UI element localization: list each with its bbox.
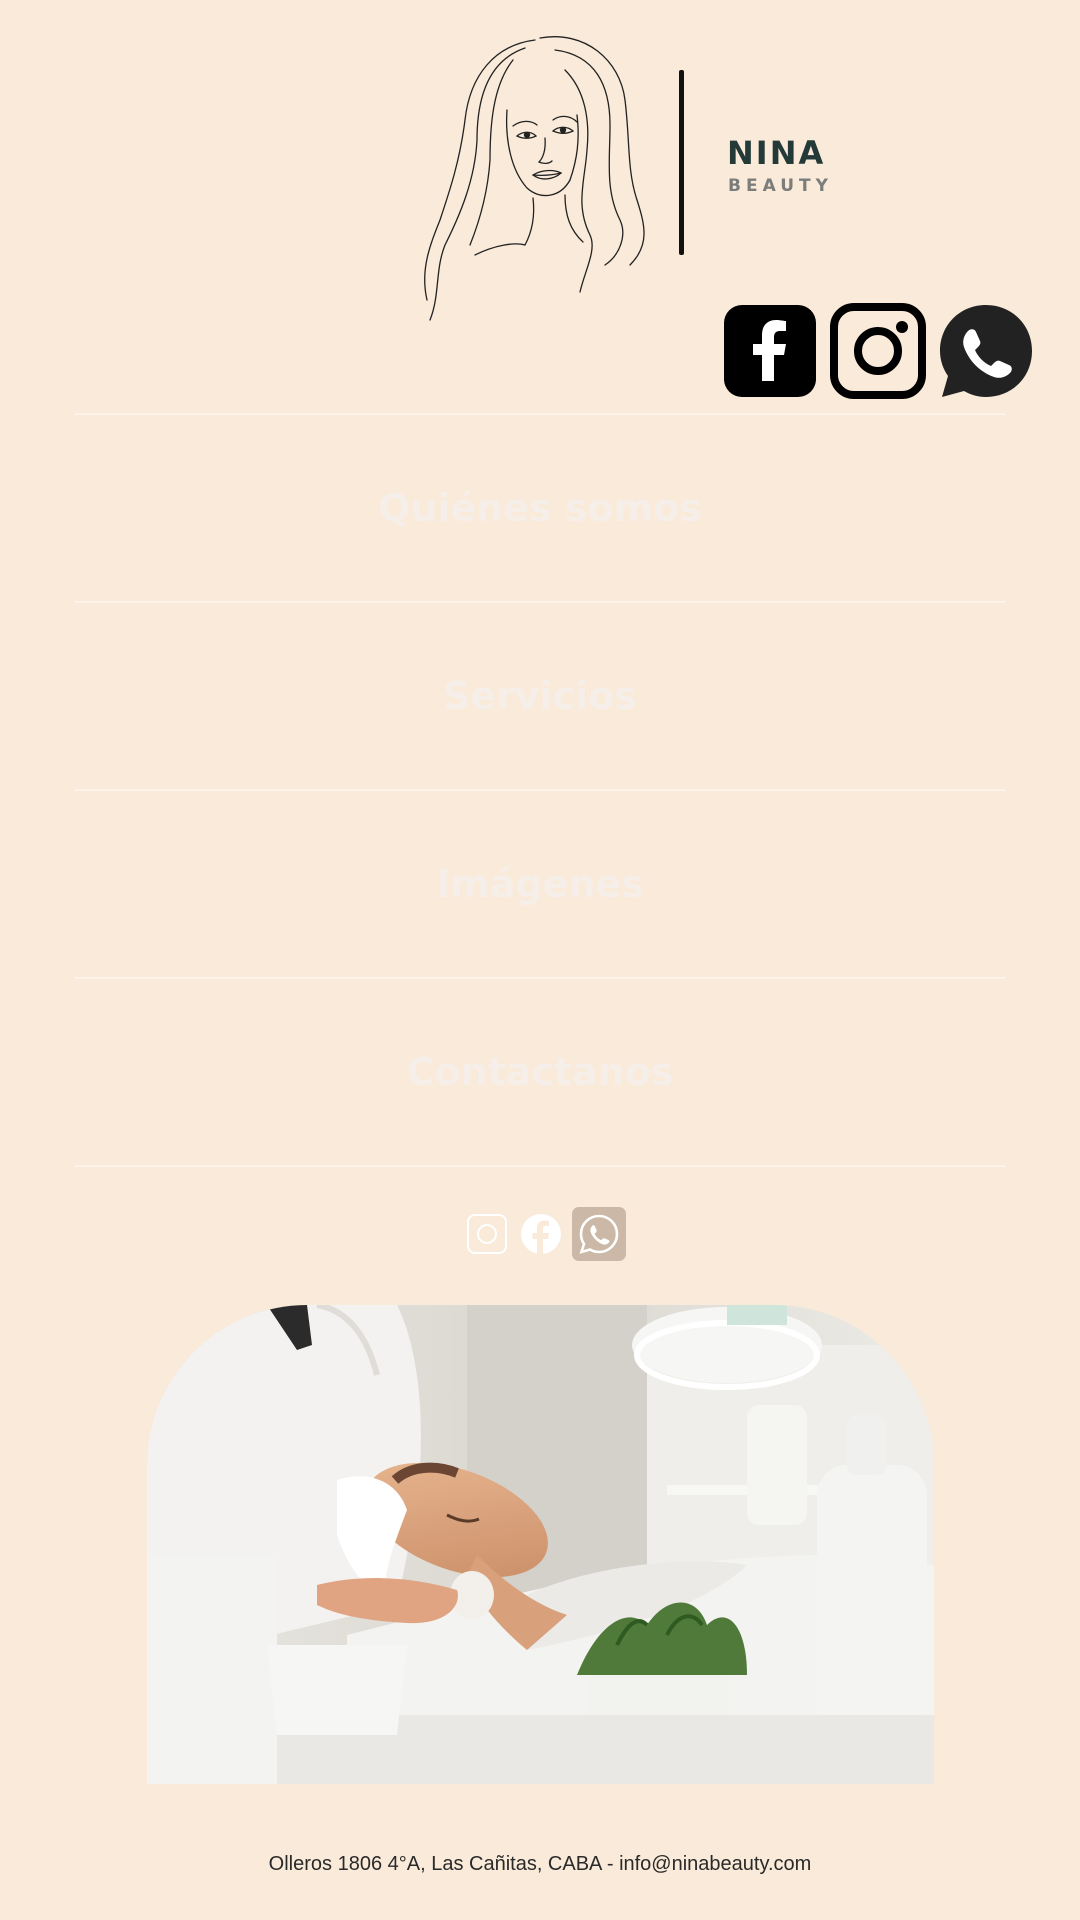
menu-item-imagenes[interactable]: Imágenes <box>74 791 1006 977</box>
menu-item-quienes-somos[interactable]: Quiénes somos <box>74 415 1006 601</box>
menu-divider <box>74 1165 1006 1167</box>
spa-treatment-photo <box>147 1305 934 1784</box>
main-menu: Quiénes somos Servicios Imágenes Contact… <box>74 413 1006 1167</box>
facebook-icon[interactable] <box>722 303 818 399</box>
menu-item-servicios[interactable]: Servicios <box>74 603 1006 789</box>
logo: NINA BEAUTY <box>415 30 835 330</box>
brand-name: NINA <box>727 134 826 172</box>
instagram-icon[interactable] <box>830 303 926 399</box>
social-links-bottom <box>464 1207 626 1261</box>
brand-subtitle: BEAUTY <box>728 176 833 196</box>
whatsapp-icon[interactable] <box>938 303 1034 399</box>
woman-face-sketch-icon <box>424 36 645 321</box>
logo-divider <box>679 70 684 255</box>
social-links-top <box>722 303 1034 399</box>
instagram-icon[interactable] <box>464 1211 510 1257</box>
facebook-icon[interactable] <box>518 1211 564 1257</box>
menu-item-contactanos[interactable]: Contactanos <box>74 979 1006 1165</box>
footer-address: Olleros 1806 4°A, Las Cañitas, CABA - in… <box>268 1853 812 1875</box>
whatsapp-icon[interactable] <box>572 1207 626 1261</box>
